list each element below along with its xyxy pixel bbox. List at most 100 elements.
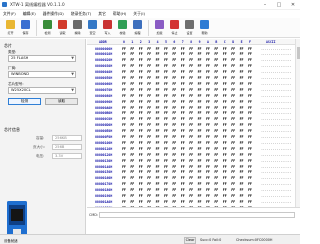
hex-cell[interactable]: FF (231, 176, 235, 180)
hex-cell[interactable]: FF (122, 88, 126, 92)
hex-cell[interactable]: FF (122, 123, 126, 127)
hex-cell[interactable]: FF (130, 82, 134, 86)
hex-cell[interactable]: FF (130, 58, 134, 62)
hex-cell[interactable]: FF (231, 182, 235, 186)
hex-cell[interactable]: FF (248, 106, 252, 110)
hex-cell[interactable]: FF (156, 176, 160, 180)
hex-cell[interactable]: FF (181, 135, 185, 139)
hex-cell[interactable]: FF (164, 88, 168, 92)
hex-cell[interactable]: FF (130, 165, 134, 169)
hex-cell[interactable]: FF (214, 64, 218, 68)
hex-cell[interactable]: FF (181, 159, 185, 163)
hex-cell[interactable]: FF (223, 117, 227, 121)
hex-cell[interactable]: FF (223, 82, 227, 86)
menu-task[interactable]: 烧录任务(T) (71, 11, 91, 17)
toolbar-button-8[interactable]: 校验 (115, 18, 130, 37)
hex-cell[interactable]: FF (189, 88, 193, 92)
hex-cell[interactable]: FF (181, 123, 185, 127)
hex-cell[interactable]: FF (164, 47, 168, 51)
toolbar-button-7[interactable]: 写入 (100, 18, 115, 37)
hex-cell[interactable]: FF (130, 200, 134, 204)
hex-cell[interactable]: FF (198, 159, 202, 163)
hex-cell[interactable]: FF (223, 129, 227, 133)
hex-cell[interactable]: FF (139, 182, 143, 186)
hex-cell[interactable]: FF (139, 82, 143, 86)
hex-cell[interactable]: FF (147, 70, 151, 74)
hex-cell[interactable]: FF (147, 129, 151, 133)
cmd-input[interactable] (99, 212, 295, 218)
hex-cell[interactable]: FF (223, 100, 227, 104)
hex-cell[interactable]: FF (139, 58, 143, 62)
hex-cell[interactable]: FF (122, 117, 126, 121)
hex-cell[interactable]: FF (189, 182, 193, 186)
hex-cell[interactable]: FF (172, 82, 176, 86)
hex-cell[interactable]: FF (189, 194, 193, 198)
hex-cell[interactable]: FF (164, 123, 168, 127)
hex-cell[interactable]: FF (130, 76, 134, 80)
hex-cell[interactable]: FF (214, 76, 218, 80)
hex-cell[interactable]: FF (198, 94, 202, 98)
hex-cell[interactable]: FF (172, 88, 176, 92)
hex-cell[interactable]: FF (164, 182, 168, 186)
hex-cell[interactable]: FF (214, 200, 218, 204)
hex-cell[interactable]: FF (198, 153, 202, 157)
hex-cell[interactable]: FF (122, 52, 126, 56)
hex-cell[interactable]: FF (248, 188, 252, 192)
hex-cell[interactable]: FF (240, 123, 244, 127)
hex-cell[interactable]: FF (122, 100, 126, 104)
hex-cell[interactable]: FF (181, 70, 185, 74)
hex-cell[interactable]: FF (122, 200, 126, 204)
hex-cell[interactable]: FF (214, 52, 218, 56)
hex-cell[interactable]: FF (181, 129, 185, 133)
hex-cell[interactable]: FF (164, 94, 168, 98)
hex-cell[interactable]: FF (189, 70, 193, 74)
hex-cell[interactable]: FF (181, 182, 185, 186)
hex-cell[interactable]: FF (189, 94, 193, 98)
hex-cell[interactable]: FF (189, 47, 193, 51)
hex-cell[interactable]: FF (181, 153, 185, 157)
hex-cell[interactable]: FF (189, 165, 193, 169)
hex-cell[interactable]: FF (198, 194, 202, 198)
hex-cell[interactable]: FF (147, 58, 151, 62)
hex-cell[interactable]: FF (189, 141, 193, 145)
hex-cell[interactable]: FF (214, 153, 218, 157)
hex-cell[interactable]: FF (172, 141, 176, 145)
hex-cell[interactable]: FF (130, 129, 134, 133)
hex-cell[interactable]: FF (181, 170, 185, 174)
hex-cell[interactable]: FF (214, 135, 218, 139)
hex-cell[interactable]: FF (240, 176, 244, 180)
hex-cell[interactable]: FF (248, 82, 252, 86)
hex-cell[interactable]: FF (248, 88, 252, 92)
hex-cell[interactable]: FF (164, 64, 168, 68)
hex-cell[interactable]: FF (206, 76, 210, 80)
hex-cell[interactable]: FF (231, 64, 235, 68)
hex-cell[interactable]: FF (198, 176, 202, 180)
hex-cell[interactable]: FF (240, 111, 244, 115)
hex-cell[interactable]: FF (198, 82, 202, 86)
hex-cell[interactable]: FF (223, 111, 227, 115)
menu-file[interactable]: 文件(F) (3, 11, 16, 17)
hex-cell[interactable]: FF (248, 170, 252, 174)
hex-cell[interactable]: FF (139, 106, 143, 110)
hex-cell[interactable]: FF (223, 135, 227, 139)
hex-cell[interactable]: FF (164, 129, 168, 133)
hex-cell[interactable]: FF (198, 52, 202, 56)
hex-cell[interactable]: FF (172, 129, 176, 133)
hex-cell[interactable]: FF (130, 64, 134, 68)
hex-cell[interactable]: FF (139, 111, 143, 115)
hex-cell[interactable]: FF (214, 106, 218, 110)
hex-cell[interactable]: FF (206, 100, 210, 104)
hex-cell[interactable]: FF (172, 100, 176, 104)
hex-cell[interactable]: FF (240, 47, 244, 51)
hex-cell[interactable]: FF (172, 153, 176, 157)
hex-cell[interactable]: FF (172, 176, 176, 180)
hex-cell[interactable]: FF (172, 64, 176, 68)
hex-cell[interactable]: FF (214, 147, 218, 151)
toolbar-button-11[interactable]: 停止 (167, 18, 182, 37)
hex-cell[interactable]: FF (198, 70, 202, 74)
hex-cell[interactable]: FF (198, 47, 202, 51)
hex-cell[interactable]: FF (164, 135, 168, 139)
hex-cell[interactable]: FF (172, 194, 176, 198)
hex-cell[interactable]: FF (172, 200, 176, 204)
hex-cell[interactable]: FF (147, 123, 151, 127)
